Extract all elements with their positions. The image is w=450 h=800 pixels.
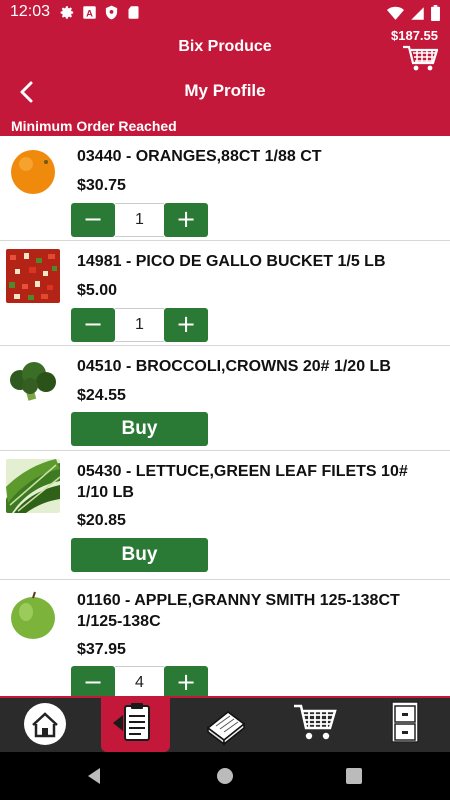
status-notification-icons: A [60,5,141,20]
product-item: 05430 - LETTUCE,GREEN LEAF FILETS 10# 1/… [0,451,450,580]
product-list: 03440 - ORANGES,88CT 1/88 CT $30.75 − 1 … [0,136,450,701]
product-price: $37.95 [77,641,126,658]
signal-icon [410,6,425,25]
cabinet-icon [391,701,419,743]
recents-square-icon[interactable] [345,767,363,785]
quantity-field[interactable]: 4 [115,666,164,700]
decrement-button[interactable]: − [71,666,115,700]
product-image-pico-de-gallo [6,249,60,303]
quantity-stepper: − 1 + [71,203,208,237]
nav-cart[interactable] [290,698,340,752]
catalog-icon [206,711,246,746]
cart-icon[interactable] [402,44,439,72]
product-price: $24.55 [77,387,126,404]
app-header: Bix Produce $187.55 My Profile Minimum O… [0,26,450,136]
status-system-icons [387,5,440,25]
product-price: $30.75 [77,177,126,194]
product-image-orange [6,144,60,198]
page-title: My Profile [184,81,266,100]
nav-catalog[interactable] [200,698,250,752]
increment-button[interactable]: + [164,203,208,237]
product-item: 14981 - PICO DE GALLO BUCKET 1/5 LB $5.0… [0,241,450,346]
back-triangle-icon[interactable] [84,766,104,786]
order-guide-icon [113,703,150,741]
product-name: 01160 - APPLE,GRANNY SMITH 125-138CT 1/1… [77,592,400,630]
product-price: $20.85 [77,512,126,529]
product-item: 04510 - BROCCOLI,CROWNS 20# 1/20 LB $24.… [0,346,450,451]
bottom-navigation [0,696,450,752]
cart-icon [294,704,337,740]
increment-button[interactable]: + [164,666,208,700]
minimum-order-notice: Minimum Order Reached [11,118,177,134]
quantity-field[interactable]: 1 [115,203,164,237]
app-title: Bix Produce [178,38,272,55]
product-name: 14981 - PICO DE GALLO BUCKET 1/5 LB [77,253,386,270]
quantity-stepper: − 4 + [71,666,208,700]
wifi-icon [387,6,404,25]
battery-icon [431,5,440,25]
font-icon: A [82,5,97,20]
buy-button[interactable]: Buy [71,412,208,446]
shield-icon [104,5,119,20]
product-image-green-apple [6,588,60,642]
svg-text:A: A [86,8,93,18]
increment-button[interactable]: + [164,308,208,342]
decrement-button[interactable]: − [71,203,115,237]
home-icon [24,703,66,745]
product-name: 05430 - LETTUCE,GREEN LEAF FILETS 10# 1/… [77,463,408,501]
sd-card-icon [126,5,141,20]
product-item: 03440 - ORANGES,88CT 1/88 CT $30.75 − 1 … [0,136,450,241]
product-image-broccoli [6,354,60,408]
nav-order-guide[interactable] [101,698,170,752]
home-circle-icon[interactable] [215,766,235,786]
status-bar: 12:03 A [0,0,450,26]
status-time: 12:03 [10,3,51,20]
product-image-lettuce [6,459,60,513]
nav-home[interactable] [18,698,72,752]
cart-total[interactable]: $187.55 [391,28,438,43]
product-price: $5.00 [77,282,118,299]
product-name: 03440 - ORANGES,88CT 1/88 CT [77,148,322,165]
product-name: 04510 - BROCCOLI,CROWNS 20# 1/20 LB [77,358,391,375]
quantity-stepper: − 1 + [71,308,208,342]
decrement-button[interactable]: − [71,308,115,342]
product-item: 01160 - APPLE,GRANNY SMITH 125-138CT 1/1… [0,580,450,701]
buy-button[interactable]: Buy [71,538,208,572]
nav-cabinet[interactable] [380,698,430,752]
settings-icon [60,5,75,20]
quantity-field[interactable]: 1 [115,308,164,342]
system-navigation-bar [0,752,450,800]
